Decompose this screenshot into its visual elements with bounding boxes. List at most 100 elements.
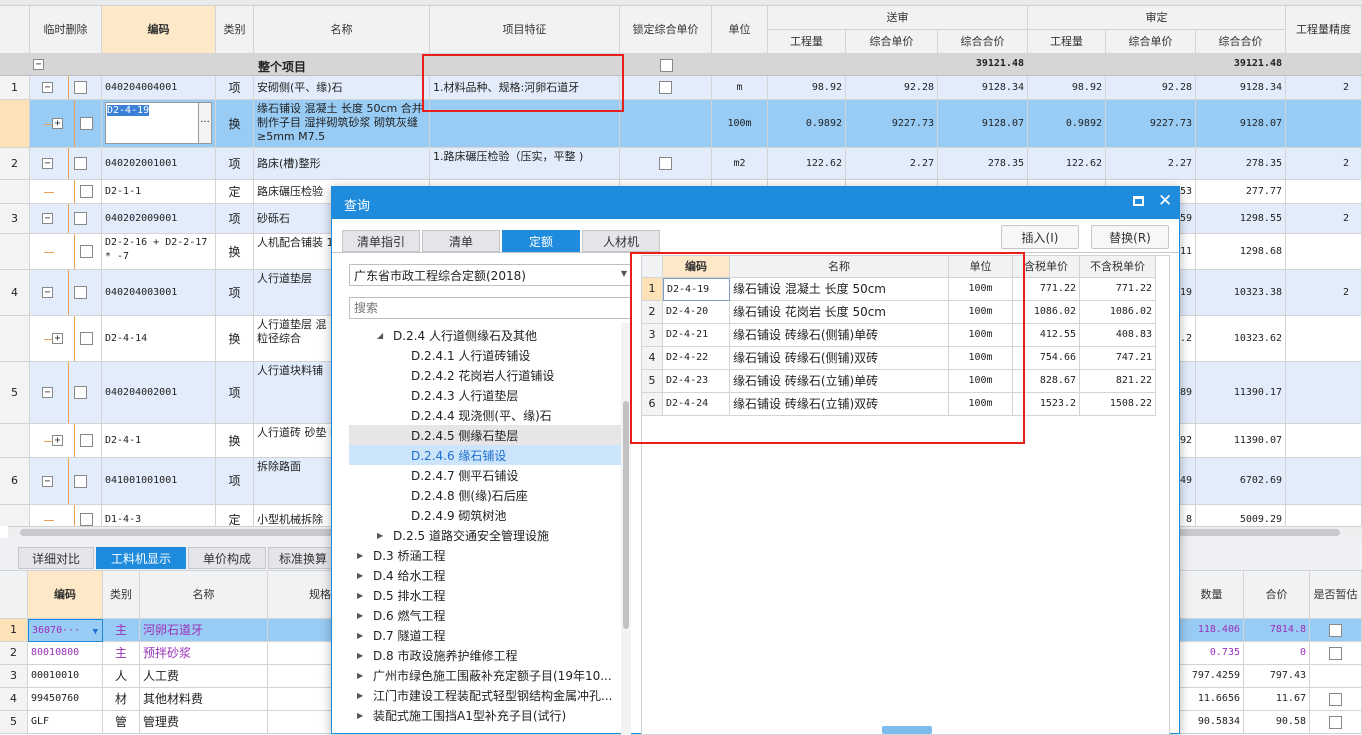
tree-node[interactable]: ▶ D.4 给水工程 xyxy=(349,565,621,585)
tree-node[interactable]: D.2.4.4 现浇侧(平、缘)石 xyxy=(349,405,621,425)
collapsed-arrow-icon[interactable]: ▶ xyxy=(357,671,365,680)
tab-unit-price[interactable]: 单价构成 xyxy=(188,547,266,569)
tab-materials[interactable]: 工料机显示 xyxy=(96,547,186,569)
temp-delete-checkbox[interactable] xyxy=(80,434,93,447)
dialog-tab-materials[interactable]: 人材机 xyxy=(582,230,660,252)
library-select[interactable]: 广东省市政工程综合定额(2018) ▼ xyxy=(349,264,632,286)
collapse-toggle[interactable]: − xyxy=(33,59,44,70)
estimate-checkbox[interactable] xyxy=(1329,646,1342,660)
bottom-header-est[interactable]: 是否暂估 xyxy=(1310,571,1362,619)
result-row[interactable]: 2 D2-4-20 缘石铺设 花岗岩 长度 50cm 100m 1086.02 1086.… xyxy=(642,301,1156,324)
tree-node[interactable]: ▶ D.5 排水工程 xyxy=(349,585,621,605)
tree-node[interactable]: ▶ 江门市建设工程装配式轻型钢结构金属冲孔... xyxy=(349,685,621,705)
bottom-header-qty[interactable]: 数量 xyxy=(1180,571,1244,619)
temp-delete-checkbox[interactable] xyxy=(74,81,87,94)
dialog-tab-quota[interactable]: 定额 xyxy=(502,230,580,252)
header-features[interactable]: 项目特征 xyxy=(430,6,620,54)
header-sent-total[interactable]: 综合合价 xyxy=(938,30,1028,54)
result-row[interactable]: 3 D2-4-21 缘石铺设 砖缘石(侧铺)单砖 100m 412.55 408.83 xyxy=(642,324,1156,347)
collapse-toggle[interactable]: − xyxy=(42,213,53,224)
dropdown-icon[interactable]: ▼ xyxy=(93,625,98,639)
collapsed-arrow-icon[interactable]: ▶ xyxy=(357,591,365,600)
results-header-tax-in[interactable]: 含税单价 xyxy=(1013,256,1080,278)
lock-price-checkbox[interactable] xyxy=(659,81,672,94)
collapsed-arrow-icon[interactable]: ▶ xyxy=(357,651,365,660)
header-approved-qty[interactable]: 工程量 xyxy=(1028,30,1106,54)
temp-delete-checkbox[interactable] xyxy=(80,117,93,130)
estimate-checkbox[interactable] xyxy=(1329,715,1342,729)
tree-node[interactable]: D.2.4.9 砌筑树池 xyxy=(349,505,621,525)
close-icon[interactable]: ✕ xyxy=(1158,191,1172,211)
summary-lock-checkbox[interactable] xyxy=(660,59,673,72)
tree-node[interactable]: ▶ D.3 桥涵工程 xyxy=(349,545,621,565)
tree-node[interactable]: ▶ D.7 隧道工程 xyxy=(349,625,621,645)
tree-node[interactable]: D.2.4.6 缘石铺设 xyxy=(349,445,621,465)
collapsed-arrow-icon[interactable]: ▶ xyxy=(357,611,365,620)
table-row[interactable]: + D2-4-19 ··· 换缘石铺设 混凝土 长度 50cm 合并制作子目 湿拌砌筑… xyxy=(0,100,1362,148)
estimate-checkbox[interactable] xyxy=(1329,692,1342,706)
collapsed-arrow-icon[interactable]: ▶ xyxy=(357,631,365,640)
result-row[interactable]: 1 D2-4-19 缘石铺设 混凝土 长度 50cm 100m 771.22 771.22 xyxy=(642,278,1156,301)
tree-node[interactable]: ▶ D.2.5 道路交通安全管理设施 xyxy=(349,525,621,545)
tree-node[interactable]: D.2.4.3 人行道垫层 xyxy=(349,385,621,405)
result-row[interactable]: 5 D2-4-23 缘石铺设 砖缘石(立铺)单砖 100m 828.67 821.22 xyxy=(642,370,1156,393)
collapsed-arrow-icon[interactable]: ▶ xyxy=(357,691,365,700)
temp-delete-checkbox[interactable] xyxy=(80,513,93,526)
insert-button[interactable]: 插入(I) xyxy=(1001,225,1079,249)
header-approved-unit-price[interactable]: 综合单价 xyxy=(1106,30,1196,54)
code-edit-input[interactable]: D2-4-19 xyxy=(105,102,199,144)
tree-node[interactable]: ◢ D.2.4 人行道侧缘石及其他 xyxy=(349,325,621,345)
table-row[interactable]: 1 − 040204004001 项安砌侧(平、缘)石 1.材料品种、规格:河卵石道牙 m… xyxy=(0,76,1362,100)
tree-scroll-thumb[interactable] xyxy=(623,401,629,629)
results-header-tax-ex[interactable]: 不含税单价 xyxy=(1080,256,1156,278)
temp-delete-checkbox[interactable] xyxy=(80,245,93,258)
bottom-header-cat[interactable]: 类别 xyxy=(103,571,140,619)
header-name[interactable]: 名称 xyxy=(254,6,430,54)
results-header-unit[interactable]: 单位 xyxy=(949,256,1013,278)
header-sent-unit-price[interactable]: 综合单价 xyxy=(846,30,938,54)
tree-node[interactable]: ▶ D.6 燃气工程 xyxy=(349,605,621,625)
collapse-toggle[interactable]: − xyxy=(42,476,53,487)
dialog-tab-bill-guide[interactable]: 清单指引 xyxy=(342,230,420,252)
result-row[interactable]: 6 D2-4-24 缘石铺设 砖缘石(立铺)双砖 100m 1523.2 1508.22 xyxy=(642,393,1156,416)
ellipsis-button[interactable]: ··· xyxy=(198,102,212,144)
tab-detail-compare[interactable]: 详细对比 xyxy=(18,547,94,569)
temp-delete-checkbox[interactable] xyxy=(74,286,87,299)
header-category[interactable]: 类别 xyxy=(216,6,254,54)
maximize-icon[interactable] xyxy=(1133,196,1144,206)
header-precision[interactable]: 工程量精度 xyxy=(1286,6,1362,54)
tree-node[interactable]: D.2.4.8 侧(缘)石后座 xyxy=(349,485,621,505)
temp-delete-checkbox[interactable] xyxy=(80,185,93,198)
temp-delete-checkbox[interactable] xyxy=(80,332,93,345)
tree-node[interactable]: ▶ D.8 市政设施养护维修工程 xyxy=(349,645,621,665)
collapse-toggle[interactable]: − xyxy=(42,158,53,169)
temp-delete-checkbox[interactable] xyxy=(74,212,87,225)
tree-scrollbar[interactable] xyxy=(621,323,631,735)
bottom-header-spec[interactable]: 规格 xyxy=(268,571,338,619)
tree-node[interactable]: ▶ 广州市绿色施工围蔽补充定额子目(19年10... xyxy=(349,665,621,685)
bottom-header-total[interactable]: 合价 xyxy=(1244,571,1310,619)
dialog-tab-bill[interactable]: 清单 xyxy=(422,230,500,252)
table-row[interactable]: 2 − 040202001001 项路床(槽)整形 1.路床碾压检验（压实，平整 ) m2… xyxy=(0,148,1362,180)
search-input[interactable] xyxy=(349,297,632,319)
header-unit[interactable]: 单位 xyxy=(712,6,768,54)
tree-node[interactable]: D.2.4.5 侧缘石垫层 xyxy=(349,425,621,445)
collapsed-arrow-icon[interactable]: ▶ xyxy=(357,571,365,580)
collapsed-arrow-icon[interactable]: ▶ xyxy=(377,531,385,540)
expand-toggle[interactable]: + xyxy=(52,333,63,344)
results-header-code[interactable]: 编码 xyxy=(663,256,730,278)
estimate-checkbox[interactable] xyxy=(1329,623,1342,637)
collapse-toggle[interactable]: − xyxy=(42,82,53,93)
summary-row[interactable]: − 整个项目 39121.48 39121.48 xyxy=(0,54,1362,76)
lock-price-checkbox[interactable] xyxy=(659,157,672,170)
temp-delete-checkbox[interactable] xyxy=(74,475,87,488)
results-splitter-handle[interactable] xyxy=(882,726,932,734)
result-row[interactable]: 4 D2-4-22 缘石铺设 砖缘石(侧铺)双砖 100m 754.66 747.21 xyxy=(642,347,1156,370)
tree-node[interactable]: D.2.4.1 人行道砖铺设 xyxy=(349,345,621,365)
tree-node[interactable]: D.2.4.2 花岗岩人行道铺设 xyxy=(349,365,621,385)
header-lock-price[interactable]: 锁定综合单价 xyxy=(620,6,712,54)
collapsed-arrow-icon[interactable]: ▶ xyxy=(357,551,365,560)
tab-standard-conversion[interactable]: 标准换算 xyxy=(268,547,338,569)
tree-node[interactable]: ▶ 装配式施工围挡A1型补充子目(试行) xyxy=(349,705,621,725)
results-header-name[interactable]: 名称 xyxy=(730,256,949,278)
